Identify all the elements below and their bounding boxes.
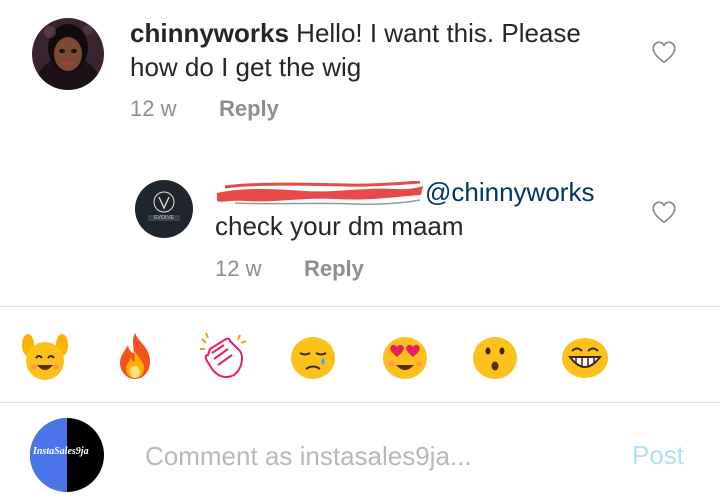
- comment-reply-button[interactable]: Reply: [219, 96, 279, 122]
- reply-body: check your dm maam: [215, 211, 464, 241]
- comment-timestamp: 12 w: [130, 96, 177, 121]
- reply-first-line: @chinnyworks: [215, 176, 594, 208]
- comment-username[interactable]: chinnyworks: [130, 18, 289, 48]
- current-user-avatar[interactable]: InstaSales9ja: [30, 418, 104, 492]
- surprised-face-emoji[interactable]: [468, 329, 522, 383]
- reply-reply-button[interactable]: Reply: [304, 256, 364, 282]
- instasales-logo-text: InstaSales9ja: [33, 446, 89, 457]
- fire-emoji[interactable]: [108, 329, 162, 383]
- reply-mention-link[interactable]: @chinnyworks: [425, 177, 594, 207]
- laughing-face-emoji[interactable]: [558, 329, 612, 383]
- raising-hands-emoji[interactable]: [18, 329, 72, 383]
- redacted-username-scribble: [217, 181, 423, 206]
- replier-logo-text: EVOLVE: [154, 215, 174, 221]
- reply-timestamp: 12 w: [215, 256, 262, 281]
- clapping-hands-emoji[interactable]: [196, 329, 250, 383]
- replier-logo: [135, 180, 193, 238]
- divider: [0, 402, 720, 403]
- commenter-photo: [32, 18, 104, 90]
- post-button[interactable]: Post: [632, 440, 684, 471]
- replier-avatar[interactable]: EVOLVE: [135, 180, 193, 238]
- comment-input[interactable]: [145, 436, 605, 476]
- divider: [0, 306, 720, 307]
- comment-text-block: chinnyworks Hello! I want this. Please h…: [130, 16, 620, 84]
- like-heart-icon[interactable]: [651, 40, 677, 64]
- commenter-avatar[interactable]: [32, 18, 104, 90]
- reply-like-heart-icon[interactable]: [651, 200, 677, 224]
- heart-eyes-emoji[interactable]: [378, 329, 432, 383]
- crying-face-emoji[interactable]: [286, 329, 340, 383]
